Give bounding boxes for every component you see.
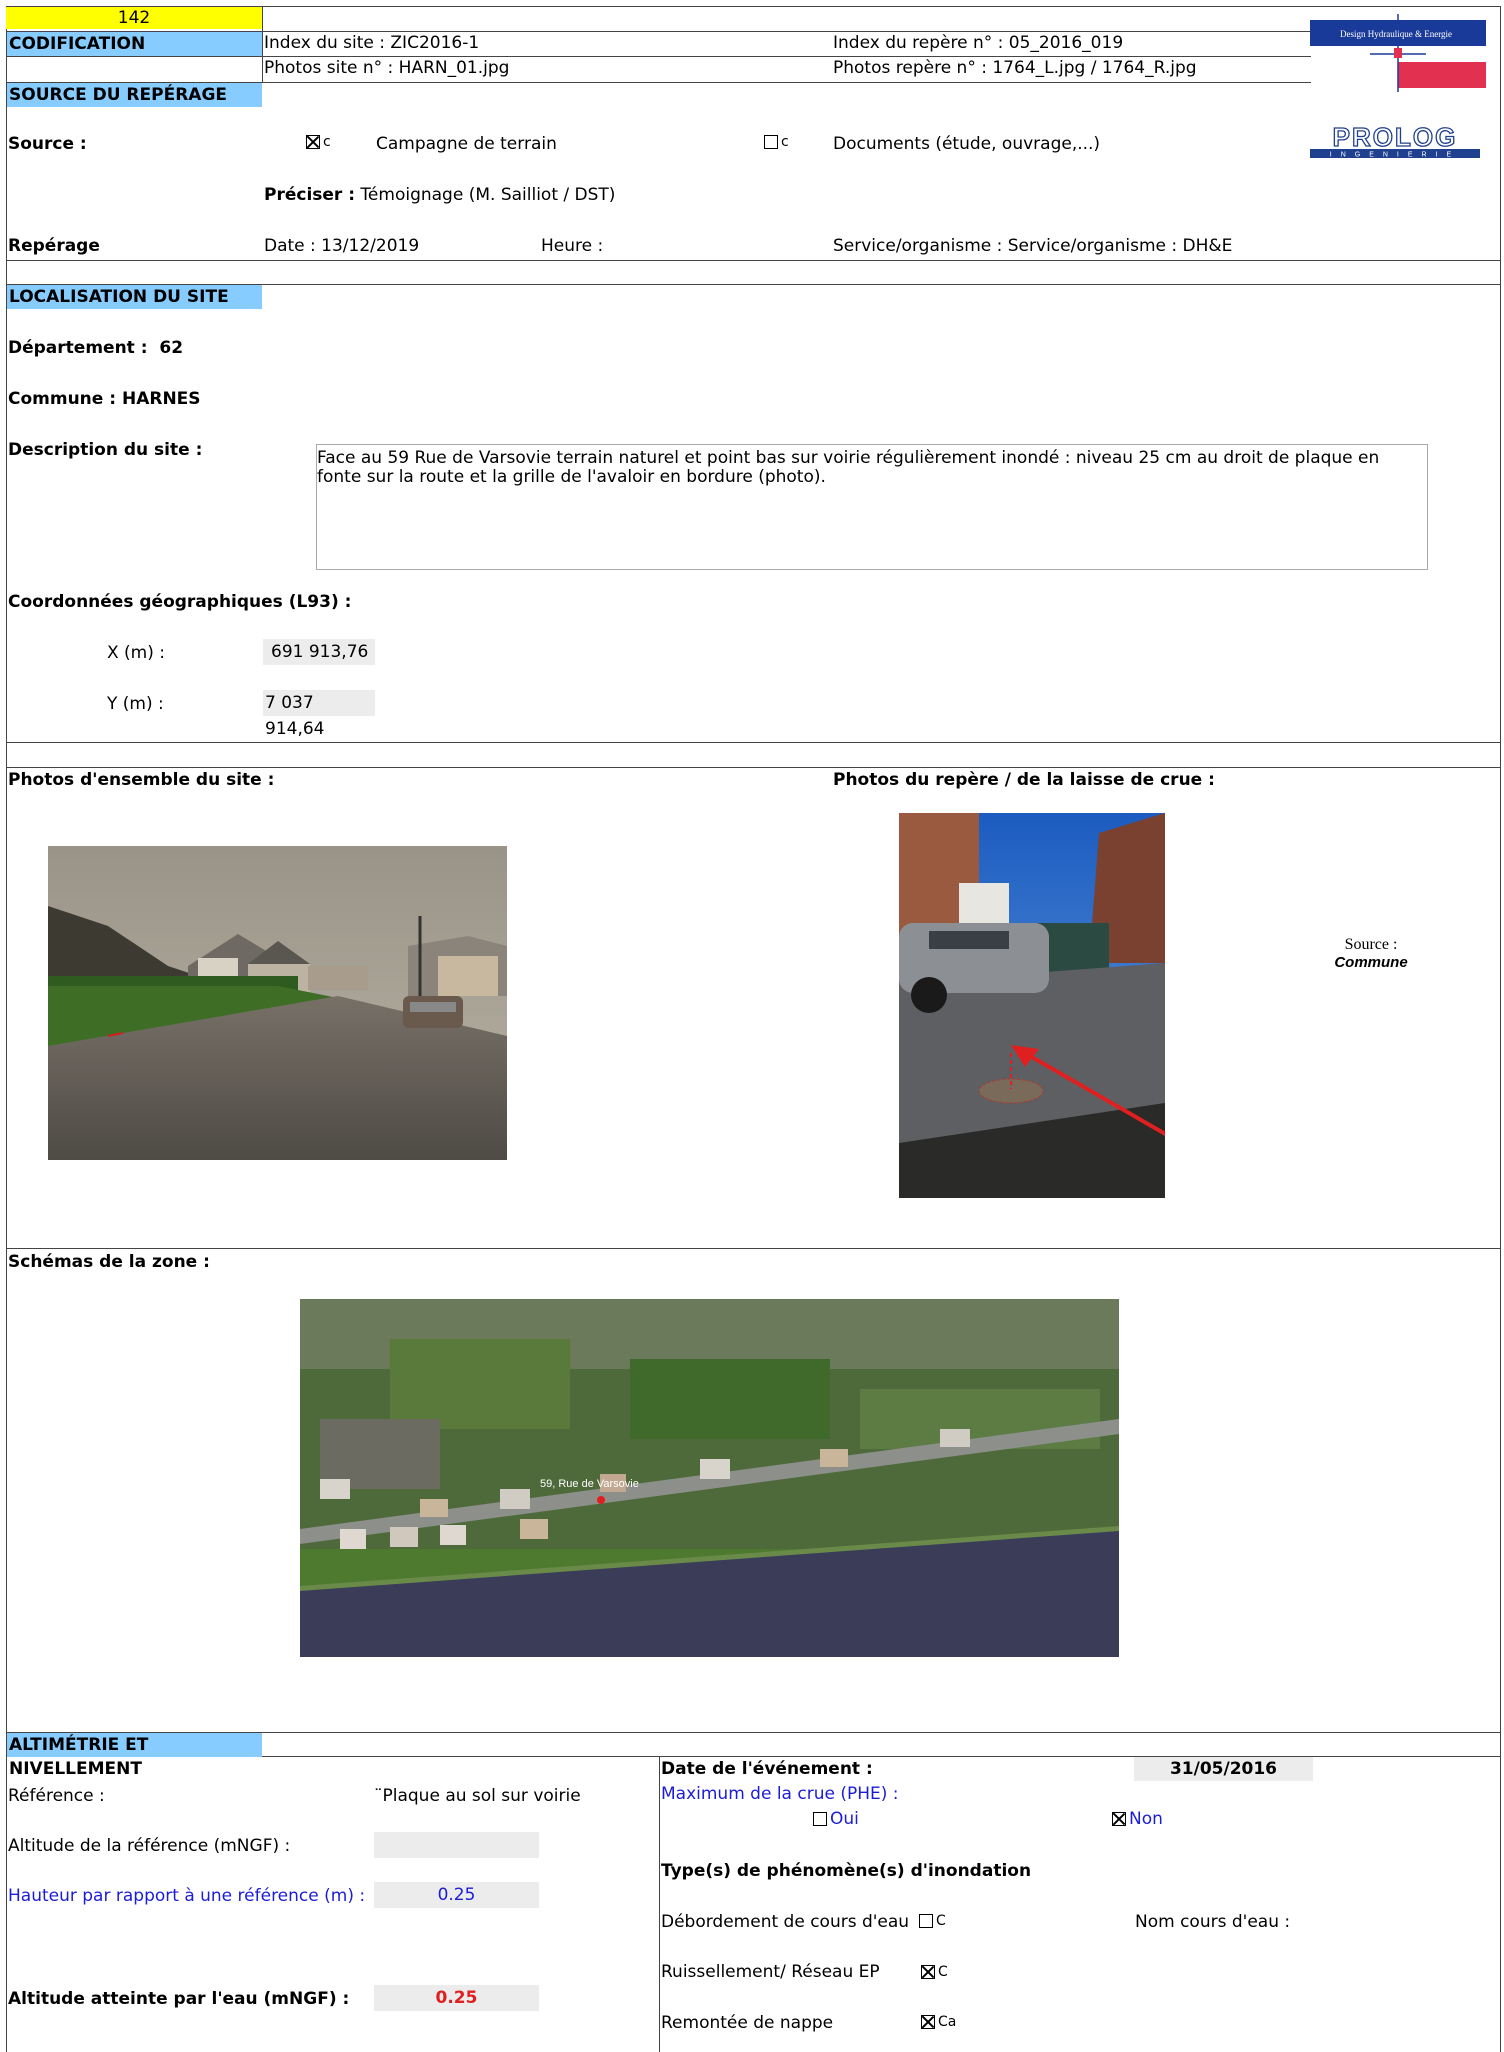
alt-eau-value: 0.25 — [374, 1985, 539, 2011]
photo-source: Source : Commune — [1334, 936, 1408, 971]
debordement-label: Débordement de cours d'eau — [661, 1912, 910, 1932]
debordement-option[interactable]: C — [919, 1913, 946, 1929]
sheet-number: 142 — [6, 7, 262, 29]
codification-label: CODIFICATION — [7, 32, 262, 56]
source-option-field[interactable]: c — [306, 134, 331, 150]
reperage-label: Repérage — [8, 236, 100, 256]
y-label: Y (m) : — [107, 694, 164, 714]
localisation-section-title: LOCALISATION DU SITE — [7, 285, 262, 309]
departement: Département : 62 — [8, 338, 184, 358]
ruissellement-label: Ruissellement/ Réseau EP — [661, 1962, 880, 1982]
source-option-docs-label: Documents (étude, ouvrage,...) — [833, 134, 1101, 154]
preciser-line: Préciser : Témoignage (M. Sailliot / DST… — [264, 185, 616, 205]
source-option-field-label: Campagne de terrain — [376, 134, 557, 154]
site-index: Index du site : ZIC2016-1 — [264, 33, 480, 53]
description-text: Face au 59 Rue de Varsovie terrain natur… — [317, 448, 1380, 487]
alt-ref-value — [374, 1832, 539, 1858]
site-overview-photo — [48, 846, 507, 1160]
y-value: 7 037 914,64 — [263, 690, 375, 739]
unchecked-checkbox-icon[interactable] — [813, 1812, 827, 1826]
date-event-value: 31/05/2016 — [1134, 1757, 1313, 1781]
unchecked-checkbox-icon[interactable] — [764, 135, 778, 149]
checked-checkbox-icon[interactable] — [1112, 1812, 1126, 1826]
description-box: Face au 59 Rue de Varsovie terrain natur… — [316, 444, 1428, 570]
unchecked-checkbox-icon[interactable] — [919, 1914, 933, 1928]
marker-photos-label: Photos du repère / de la laisse de crue … — [833, 770, 1215, 790]
nom-cours-label: Nom cours d'eau : — [1135, 1912, 1291, 1932]
hauteur-value: 0.25 — [374, 1882, 539, 1908]
row-line — [6, 56, 1311, 57]
description-label: Description du site : — [8, 440, 203, 460]
type-label: Type(s) de phénomène(s) d'inondation — [661, 1861, 1032, 1881]
marker-photos: Photos repère n° : 1764_L.jpg / 1764_R.j… — [833, 58, 1197, 78]
phe-non-option[interactable]: Non — [1112, 1809, 1163, 1829]
remontee-option[interactable]: Ca — [921, 2014, 956, 2030]
reference-value: ¨Plaque au sol sur voirie — [374, 1786, 581, 1806]
dhe-logo: Design Hydraulique & Energie — [1310, 14, 1486, 92]
alt-eau-label: Altitude atteinte par l'eau (mNGF) : — [8, 1989, 350, 2009]
reperage-date: Date : 13/12/2019 — [264, 236, 420, 256]
prolog-logo: PROLOG INGENIERIE — [1310, 121, 1480, 160]
altimetrie-section-title: ALTIMÉTRIE ET NIVELLEMENT — [7, 1733, 262, 1779]
source-option-docs[interactable]: c — [764, 134, 789, 150]
prolog-logo-sub: INGENIERIE — [1330, 152, 1460, 159]
x-value: 691 913,76 — [263, 639, 375, 665]
phe-label: Maximum de la crue (PHE) : — [661, 1784, 899, 1804]
remontee-label: Remontée de nappe — [661, 2013, 834, 2033]
hauteur-label: Hauteur par rapport à une référence (m) … — [8, 1886, 366, 1906]
coords-label: Coordonnées géographiques (L93) : — [8, 592, 352, 612]
ruissellement-option[interactable]: C — [921, 1964, 948, 1980]
phe-oui-option[interactable]: Oui — [813, 1809, 859, 1829]
checked-checkbox-icon[interactable] — [921, 2015, 935, 2029]
frame-right — [1500, 6, 1501, 2052]
commune: Commune : HARNES — [8, 389, 201, 409]
header-divider — [262, 6, 263, 82]
prolog-logo-text: PROLOG — [1333, 124, 1458, 152]
map-place-label: 59, Rue de Varsovie — [540, 1478, 639, 1490]
row-line — [6, 767, 1501, 768]
date-event-label: Date de l'événement : — [661, 1759, 873, 1779]
alt-ref-label: Altitude de la référence (mNGF) : — [8, 1836, 291, 1856]
row-line — [6, 260, 1501, 261]
marker-index: Index du repère n° : 05_2016_019 — [833, 33, 1124, 53]
row-line — [6, 1248, 1501, 1249]
alt-divider — [659, 1756, 660, 2052]
site-photos-label: Photos d'ensemble du site : — [8, 770, 275, 790]
checked-checkbox-icon[interactable] — [921, 1965, 935, 1979]
source-section-title: SOURCE DU REPÉRAGE — [7, 83, 262, 107]
dhe-logo-text: Design Hydraulique & Energie — [1340, 29, 1452, 39]
row-line — [6, 742, 1501, 743]
x-label: X (m) : — [107, 643, 166, 663]
marker-photo — [899, 813, 1165, 1198]
reperage-service: Service/organisme : Service/organisme : … — [833, 236, 1233, 256]
schemas-label: Schémas de la zone : — [8, 1252, 210, 1272]
source-label: Source : — [8, 134, 87, 154]
reperage-heure: Heure : — [541, 236, 604, 256]
reference-label: Référence : — [8, 1786, 105, 1806]
checked-checkbox-icon[interactable] — [306, 135, 320, 149]
aerial-map: 59, Rue de Varsovie — [300, 1299, 1119, 1657]
site-photos: Photos site n° : HARN_01.jpg — [264, 58, 510, 78]
